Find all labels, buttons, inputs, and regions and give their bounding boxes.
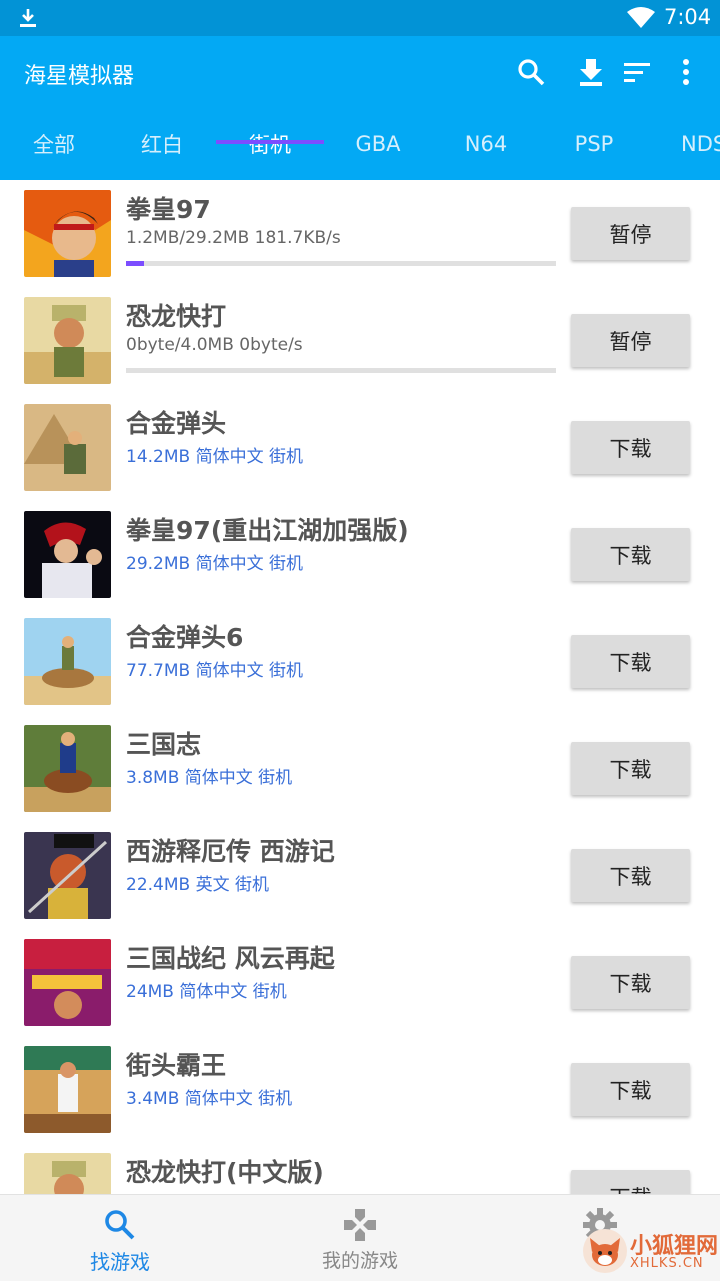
tab-nds[interactable]: NDS bbox=[648, 108, 720, 180]
game-title: 拳皇97 bbox=[126, 195, 211, 224]
wifi-icon bbox=[627, 7, 655, 28]
download-button[interactable]: 下载 bbox=[571, 956, 690, 1009]
game-title: 恐龙快打 bbox=[126, 302, 227, 331]
download-progress-fill bbox=[126, 261, 144, 266]
game-title: 拳皇97(重出江湖加强版) bbox=[126, 516, 409, 545]
list-item[interactable]: 街头霸王 3.4MB 简体中文 街机 下载 bbox=[0, 1036, 720, 1143]
nav-label: 我的游戏 bbox=[321, 1250, 398, 1272]
tab-arcade[interactable]: 街机 bbox=[216, 108, 324, 180]
tab-fc[interactable]: 红白 bbox=[108, 108, 216, 180]
downloads-button[interactable] bbox=[573, 54, 609, 90]
download-button[interactable]: 下载 bbox=[571, 1170, 690, 1194]
download-button[interactable]: 下载 bbox=[571, 635, 690, 688]
list-item[interactable]: 合金弹头6 77.7MB 简体中文 街机 下载 bbox=[0, 608, 720, 715]
more-options-button[interactable] bbox=[668, 54, 704, 90]
game-thumbnail bbox=[24, 725, 111, 812]
tab-n64[interactable]: N64 bbox=[432, 108, 540, 180]
game-title: 三国战纪 风云再起 bbox=[126, 944, 335, 973]
list-item[interactable]: 三国战纪 风云再起 24MB 简体中文 街机 下载 bbox=[0, 929, 720, 1036]
app-title: 海星模拟器 bbox=[24, 64, 135, 89]
tab-all[interactable]: 全部 bbox=[0, 108, 108, 180]
download-progress-text: 0byte/4.0MB 0byte/s bbox=[126, 335, 303, 355]
search-button[interactable] bbox=[513, 54, 549, 90]
download-button[interactable]: 下载 bbox=[571, 742, 690, 795]
list-item[interactable]: 恐龙快打(中文版) 下载 bbox=[0, 1143, 720, 1194]
nav-find-games[interactable]: 找游戏 bbox=[0, 1195, 240, 1281]
download-progress-text: 1.2MB/29.2MB 181.7KB/s bbox=[126, 228, 341, 248]
download-icon bbox=[580, 59, 602, 86]
game-thumbnail bbox=[24, 190, 111, 277]
watermark: 小狐狸网 XHLKS.CN bbox=[578, 1218, 720, 1280]
search-icon bbox=[105, 1210, 135, 1240]
game-info: 3.8MB 简体中文 街机 bbox=[126, 768, 293, 788]
active-tab-indicator bbox=[216, 140, 324, 144]
more-vertical-icon bbox=[683, 59, 689, 85]
tab-gba[interactable]: GBA bbox=[324, 108, 432, 180]
game-thumbnail bbox=[24, 511, 111, 598]
game-info: 22.4MB 英文 街机 bbox=[126, 875, 269, 895]
game-title: 恐龙快打(中文版) bbox=[126, 1158, 324, 1187]
game-thumbnail bbox=[24, 832, 111, 919]
game-title: 合金弹头6 bbox=[126, 623, 244, 652]
status-bar: 7:04 bbox=[0, 0, 720, 36]
search-icon bbox=[518, 59, 545, 86]
pause-button[interactable]: 暂停 bbox=[571, 314, 690, 367]
game-info: 3.4MB 简体中文 街机 bbox=[126, 1089, 293, 1109]
pause-button[interactable]: 暂停 bbox=[571, 207, 690, 260]
game-title: 街头霸王 bbox=[126, 1051, 227, 1080]
game-thumbnail bbox=[24, 404, 111, 491]
game-title: 西游释厄传 西游记 bbox=[126, 837, 335, 866]
list-item[interactable]: 合金弹头 14.2MB 简体中文 街机 下载 bbox=[0, 394, 720, 501]
download-progress-bar bbox=[126, 261, 556, 266]
category-tabs: 全部 红白 街机 GBA N64 PSP NDS bbox=[0, 108, 720, 180]
game-thumbnail bbox=[24, 1046, 111, 1133]
gamepad-icon bbox=[344, 1209, 376, 1241]
game-title: 合金弹头 bbox=[126, 409, 227, 438]
download-progress-bar bbox=[126, 368, 556, 373]
list-item[interactable]: 拳皇97(重出江湖加强版) 29.2MB 简体中文 街机 下载 bbox=[0, 501, 720, 608]
fox-logo-icon bbox=[583, 1229, 627, 1273]
game-thumbnail bbox=[24, 1153, 111, 1194]
download-button[interactable]: 下载 bbox=[571, 421, 690, 474]
sort-button[interactable] bbox=[619, 54, 655, 90]
list-item[interactable]: 恐龙快打 0byte/4.0MB 0byte/s 暂停 bbox=[0, 287, 720, 394]
list-item[interactable]: 拳皇97 1.2MB/29.2MB 181.7KB/s 暂停 bbox=[0, 180, 720, 287]
nav-label: 找游戏 bbox=[90, 1250, 150, 1274]
tab-psp[interactable]: PSP bbox=[540, 108, 648, 180]
game-thumbnail bbox=[24, 297, 111, 384]
game-info: 24MB 简体中文 街机 bbox=[126, 982, 287, 1002]
game-info: 29.2MB 简体中文 街机 bbox=[126, 554, 303, 574]
game-list[interactable]: 拳皇97 1.2MB/29.2MB 181.7KB/s 暂停 恐龙快打 0byt… bbox=[0, 180, 720, 1194]
game-title: 三国志 bbox=[126, 730, 202, 759]
list-item[interactable]: 西游释厄传 西游记 22.4MB 英文 街机 下载 bbox=[0, 822, 720, 929]
watermark-subtext: XHLKS.CN bbox=[630, 1256, 704, 1271]
list-item[interactable]: 三国志 3.8MB 简体中文 街机 下载 bbox=[0, 715, 720, 822]
game-thumbnail bbox=[24, 939, 111, 1026]
game-info: 14.2MB 简体中文 街机 bbox=[126, 447, 303, 467]
app-bar: 海星模拟器 全部 红白 街机 GBA N64 PSP NDS bbox=[0, 36, 720, 180]
sort-icon bbox=[624, 63, 650, 82]
game-thumbnail bbox=[24, 618, 111, 705]
clock: 7:04 bbox=[664, 5, 712, 29]
download-button[interactable]: 下载 bbox=[571, 849, 690, 902]
nav-my-games[interactable]: 我的游戏 bbox=[240, 1195, 480, 1281]
download-notification-icon bbox=[20, 9, 36, 27]
download-button[interactable]: 下载 bbox=[571, 528, 690, 581]
download-button[interactable]: 下载 bbox=[571, 1063, 690, 1116]
game-info: 77.7MB 简体中文 街机 bbox=[126, 661, 303, 681]
